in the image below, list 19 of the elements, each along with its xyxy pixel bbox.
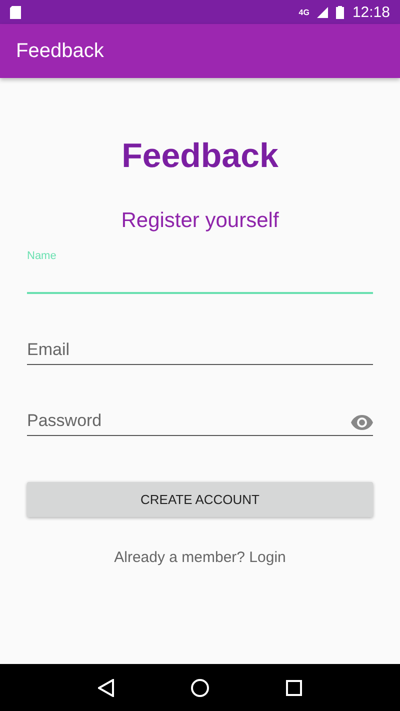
field-label: Password [27, 411, 102, 432]
signal-icon [317, 6, 328, 18]
app-bar-title: Feedback [16, 40, 104, 62]
input-field[interactable]: Password [27, 401, 373, 436]
input-field[interactable]: Email [27, 330, 373, 365]
clock: 12:18 [352, 4, 390, 20]
sd-card-icon [10, 6, 21, 18]
field-label: Email [27, 340, 70, 361]
back-icon[interactable] [98, 678, 114, 696]
eye-icon[interactable] [351, 415, 373, 430]
network-type: 4G [298, 8, 310, 16]
field-label: Name [27, 250, 56, 262]
login-link[interactable]: Already a member? Login [114, 549, 286, 566]
recents-icon[interactable] [286, 680, 302, 696]
battery-icon [336, 6, 344, 18]
heading: Feedback [120, 136, 280, 176]
home-icon[interactable] [190, 678, 209, 696]
create-account-button[interactable]: CREATE ACCOUNT [27, 482, 373, 517]
subheading: Register yourself [120, 208, 280, 234]
